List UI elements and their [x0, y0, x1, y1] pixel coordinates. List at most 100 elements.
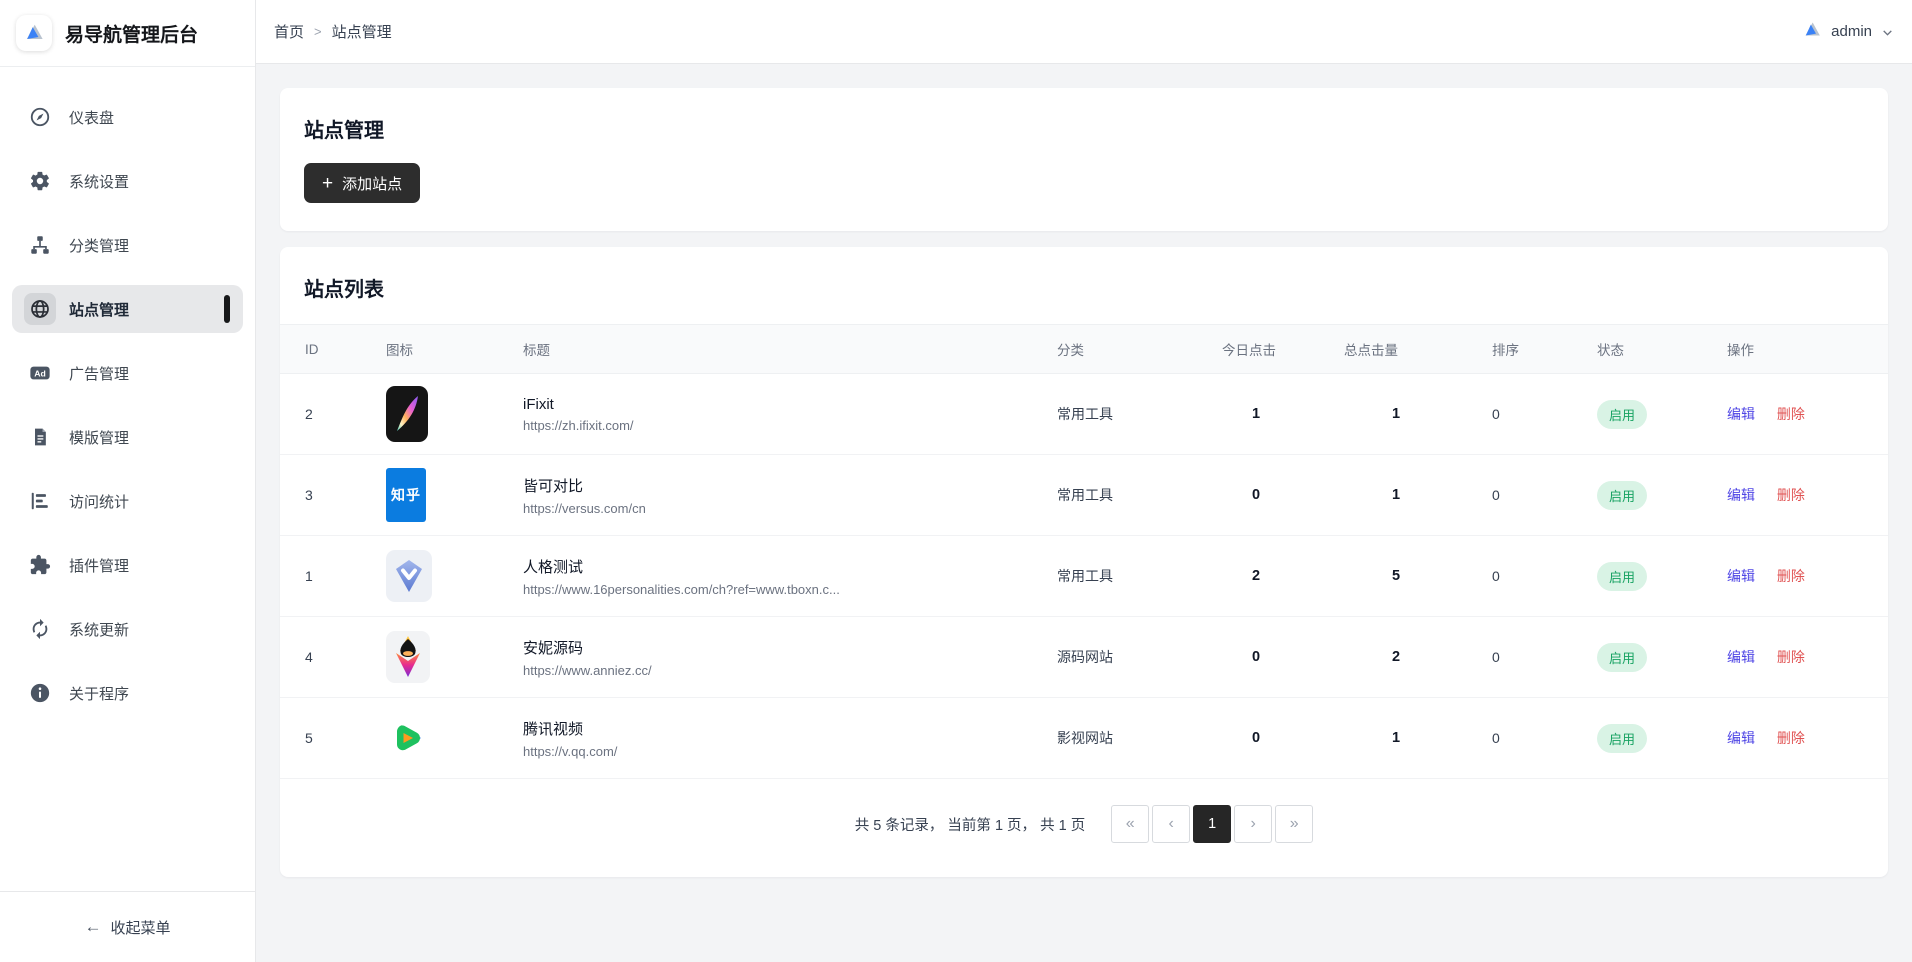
sidebar-item-stats[interactable]: 访问统计 [12, 477, 243, 525]
refresh-icon [24, 613, 56, 645]
table-row: 3 知乎 皆可对比 https://versus.com/cn 常用工具 0 1… [280, 455, 1888, 536]
status-badge: 启用 [1597, 562, 1647, 591]
sidebar-item-update[interactable]: 系统更新 [12, 605, 243, 653]
site-id: 5 [280, 698, 370, 779]
sidebar-item-label: 模版管理 [69, 427, 129, 448]
sidebar-item-label: 插件管理 [69, 555, 129, 576]
table-row: 2 iFixit https://zh.ifixit.com/ 常用工具 1 [280, 374, 1888, 455]
col-today-clicks: 今日点击 [1206, 325, 1328, 374]
site-title: iFixit [523, 396, 1033, 413]
site-id: 2 [280, 374, 370, 455]
page-title: 站点管理 [304, 114, 1864, 143]
sidebar-footer: ← 收起菜单 [0, 891, 255, 962]
site-table: ID 图标 标题 分类 今日点击 总点击量 排序 状态 操作 2 [280, 324, 1888, 779]
delete-link[interactable]: 删除 [1777, 568, 1805, 584]
app-title: 易导航管理后台 [65, 20, 198, 47]
delete-link[interactable]: 删除 [1777, 730, 1805, 746]
sidebar-item-dashboard[interactable]: 仪表盘 [12, 93, 243, 141]
sidebar-item-categories[interactable]: 分类管理 [12, 221, 243, 269]
breadcrumb-home[interactable]: 首页 [274, 21, 304, 42]
sidebar-item-about[interactable]: 关于程序 [12, 669, 243, 717]
info-icon [24, 677, 56, 709]
collapse-menu-label: 收起菜单 [110, 917, 170, 938]
zhihu-icon: 知乎 [386, 468, 426, 522]
user-menu[interactable]: admin [1802, 20, 1894, 44]
compass-icon [24, 101, 56, 133]
sidebar-item-label: 站点管理 [69, 299, 129, 320]
list-title: 站点列表 [280, 247, 1888, 324]
sidebar-item-label: 仪表盘 [69, 107, 114, 128]
delete-link[interactable]: 删除 [1777, 406, 1805, 422]
site-id: 4 [280, 617, 370, 698]
actions-cell: 编辑 删除 [1711, 698, 1888, 779]
add-site-label: 添加站点 [342, 173, 402, 194]
col-title: 标题 [507, 325, 1041, 374]
flame-icon [386, 631, 430, 683]
site-title-cell: 皆可对比 https://versus.com/cn [507, 455, 1041, 536]
edit-link[interactable]: 编辑 [1727, 406, 1755, 422]
status-cell: 启用 [1581, 698, 1711, 779]
status-badge: 启用 [1597, 400, 1647, 429]
edit-link[interactable]: 编辑 [1727, 568, 1755, 584]
status-cell: 启用 [1581, 455, 1711, 536]
site-icon-cell [370, 617, 507, 698]
site-title: 人格测试 [523, 556, 1033, 577]
edit-link[interactable]: 编辑 [1727, 649, 1755, 665]
col-status: 状态 [1581, 325, 1711, 374]
sidebar-item-plugins[interactable]: 插件管理 [12, 541, 243, 589]
sort-value: 0 [1476, 698, 1581, 779]
site-url: https://zh.ifixit.com/ [523, 418, 1033, 433]
current-page-button[interactable]: 1 [1193, 805, 1231, 843]
site-icon-cell [370, 536, 507, 617]
add-site-button[interactable]: + 添加站点 [304, 163, 420, 203]
site-url: https://www.anniez.cc/ [523, 663, 1033, 678]
site-list-card: 站点列表 ID 图标 标题 分类 今日点击 总点击量 排序 状态 [280, 247, 1888, 877]
pager: « ‹ 1 › » [1111, 805, 1313, 843]
status-cell: 启用 [1581, 617, 1711, 698]
page-header-card: 站点管理 + 添加站点 [280, 88, 1888, 231]
ad-badge-icon: Ad [24, 357, 56, 389]
sidebar-item-templates[interactable]: 模版管理 [12, 413, 243, 461]
total-clicks-value: 1 [1328, 698, 1476, 779]
site-category: 常用工具 [1041, 455, 1206, 536]
delete-link[interactable]: 删除 [1777, 487, 1805, 503]
today-clicks-value: 1 [1206, 374, 1328, 455]
play-icon [386, 712, 430, 764]
bar-chart-icon [24, 485, 56, 517]
site-id: 3 [280, 455, 370, 536]
edit-link[interactable]: 编辑 [1727, 730, 1755, 746]
site-title-cell: iFixit https://zh.ifixit.com/ [507, 374, 1041, 455]
site-title: 安妮源码 [523, 637, 1033, 658]
site-id: 1 [280, 536, 370, 617]
total-clicks-value: 2 [1328, 617, 1476, 698]
sidebar-item-settings[interactable]: 系统设置 [12, 157, 243, 205]
col-total-clicks: 总点击量 [1328, 325, 1476, 374]
breadcrumb-current: 站点管理 [332, 21, 392, 42]
sidebar-item-sites[interactable]: 站点管理 [12, 285, 243, 333]
sidebar-item-label: 系统更新 [69, 619, 129, 640]
col-sort: 排序 [1476, 325, 1581, 374]
delete-link[interactable]: 删除 [1777, 649, 1805, 665]
site-title: 皆可对比 [523, 475, 1033, 496]
pagination-summary: 共 5 条记录， 当前第 1 页， 共 1 页 [855, 814, 1085, 835]
sort-value: 0 [1476, 374, 1581, 455]
site-title-cell: 人格测试 https://www.16personalities.com/ch?… [507, 536, 1041, 617]
sidebar-item-ads[interactable]: Ad 广告管理 [12, 349, 243, 397]
breadcrumb: 首页 > 站点管理 [274, 21, 392, 42]
edit-link[interactable]: 编辑 [1727, 487, 1755, 503]
first-page-button[interactable]: « [1111, 805, 1149, 843]
site-url: https://www.16personalities.com/ch?ref=w… [523, 582, 1033, 597]
today-clicks-value: 2 [1206, 536, 1328, 617]
next-page-button[interactable]: › [1234, 805, 1272, 843]
sitemap-icon [24, 229, 56, 261]
prev-page-button[interactable]: ‹ [1152, 805, 1190, 843]
last-page-button[interactable]: » [1275, 805, 1313, 843]
status-cell: 启用 [1581, 374, 1711, 455]
collapse-menu-button[interactable]: ← 收起菜单 [84, 917, 170, 938]
col-icon: 图标 [370, 325, 507, 374]
sidebar-item-label: 分类管理 [69, 235, 129, 256]
user-avatar-logo-icon [1802, 20, 1822, 44]
document-icon [24, 421, 56, 453]
active-indicator [224, 295, 230, 323]
puzzle-icon [24, 549, 56, 581]
